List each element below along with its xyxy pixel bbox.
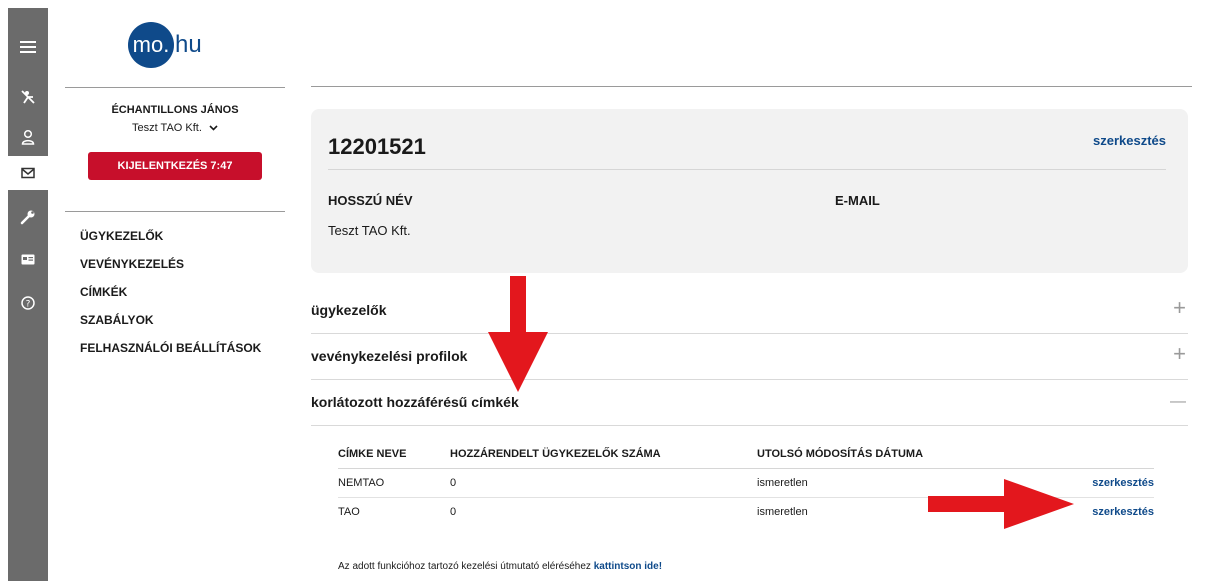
edit-link[interactable]: szerkesztés (1093, 133, 1166, 148)
accordion-title: vevénykezelési profilok (311, 348, 468, 364)
sidebar-divider (65, 211, 285, 212)
help-footer: Az adott funkcióhoz tartozó kezelési útm… (338, 561, 662, 572)
logo-mark: mo. (128, 22, 174, 68)
user-name: ÉCHANTILLONS JÁNOS (111, 104, 239, 116)
col-header-last-modified[interactable]: UTOLSÓ MÓDOSÍTÁS DÁTUMA (757, 448, 1079, 460)
header-divider (311, 86, 1192, 87)
down-arrow-annotation (488, 276, 548, 392)
nav-item-venykezeles[interactable]: VEVÉNYKEZELÉS (80, 257, 261, 285)
cell-label-name: TAO (338, 506, 360, 518)
entity-card: 12201521 szerkesztés HOSSZÚ NÉV E-MAIL T… (311, 109, 1188, 273)
accordion-title: korlátozott hozzáférésű címkék (311, 394, 519, 410)
logo[interactable]: mo. hu (128, 22, 202, 68)
minus-icon[interactable]: — (1170, 391, 1186, 413)
card-icon[interactable] (8, 242, 48, 276)
right-arrow-annotation (928, 479, 1074, 529)
footer-text: Az adott funkcióhoz tartozó kezelési útm… (338, 561, 594, 572)
logo-text: hu (175, 31, 202, 58)
user-icon[interactable] (8, 120, 48, 154)
entity-id: 12201521 (328, 134, 426, 159)
long-name-value: Teszt TAO Kft. (328, 223, 411, 238)
accordion-venykezelesi-profilok[interactable]: vevénykezelési profilok + (311, 333, 1188, 380)
company-selector[interactable]: Teszt TAO Kft. (65, 122, 285, 134)
svg-text:?: ? (26, 300, 31, 310)
company-name: Teszt TAO Kft. (132, 122, 202, 134)
accordion-title: ügykezelők (311, 302, 387, 318)
row-edit-link[interactable]: szerkesztés (1079, 477, 1154, 489)
accordion-ugykezelok[interactable]: ügykezelők + (311, 287, 1188, 334)
row-edit-link[interactable]: szerkesztés (1079, 506, 1154, 518)
help-link[interactable]: kattintson ide! (594, 561, 662, 572)
accordion-korlatozott-cimkek[interactable]: korlátozott hozzáférésű címkék — (311, 379, 1188, 426)
cell-assigned-count: 0 (450, 477, 457, 489)
card-divider (328, 169, 1166, 170)
col-header-label-name[interactable]: CÍMKE NEVE (338, 448, 450, 460)
cell-label-name: NEMTAO (338, 477, 385, 489)
side-nav: ÜGYKEZELŐK VEVÉNYKEZELÉS CÍMKÉK SZABÁLYO… (80, 229, 261, 369)
table-header: CÍMKE NEVE HOZZÁRENDELT ÜGYKEZELŐK SZÁMA… (338, 440, 1154, 469)
long-name-label: HOSSZÚ NÉV (328, 193, 413, 208)
plus-icon[interactable]: + (1173, 343, 1186, 365)
nav-item-cimkek[interactable]: CÍMKÉK (80, 285, 261, 313)
cell-assigned-count: 0 (450, 506, 457, 518)
nav-item-szabalyok[interactable]: SZABÁLYOK (80, 313, 261, 341)
plus-icon[interactable]: + (1173, 297, 1186, 319)
mail-icon[interactable] (8, 156, 48, 190)
col-header-assigned-count[interactable]: HOZZÁRENDELT ÜGYKEZELŐK SZÁMA (450, 448, 757, 460)
email-label: E-MAIL (835, 193, 880, 208)
wrench-icon[interactable] (8, 200, 48, 234)
menu-icon[interactable] (8, 30, 48, 64)
help-icon[interactable]: ? (8, 286, 48, 320)
logout-button[interactable]: KIJELENTKEZÉS 7:47 (88, 152, 262, 180)
user-box: ÉCHANTILLONS JÁNOS Teszt TAO Kft. KIJELE… (65, 87, 285, 180)
icon-rail: ? (8, 8, 48, 581)
nav-item-ugykezelok[interactable]: ÜGYKEZELŐK (80, 229, 261, 257)
nav-item-felhasznaloi-beallitasok[interactable]: FELHASZNÁLÓI BEÁLLÍTÁSOK (80, 341, 261, 369)
no-entry-icon[interactable] (8, 80, 48, 114)
chevron-down-icon (209, 122, 218, 134)
